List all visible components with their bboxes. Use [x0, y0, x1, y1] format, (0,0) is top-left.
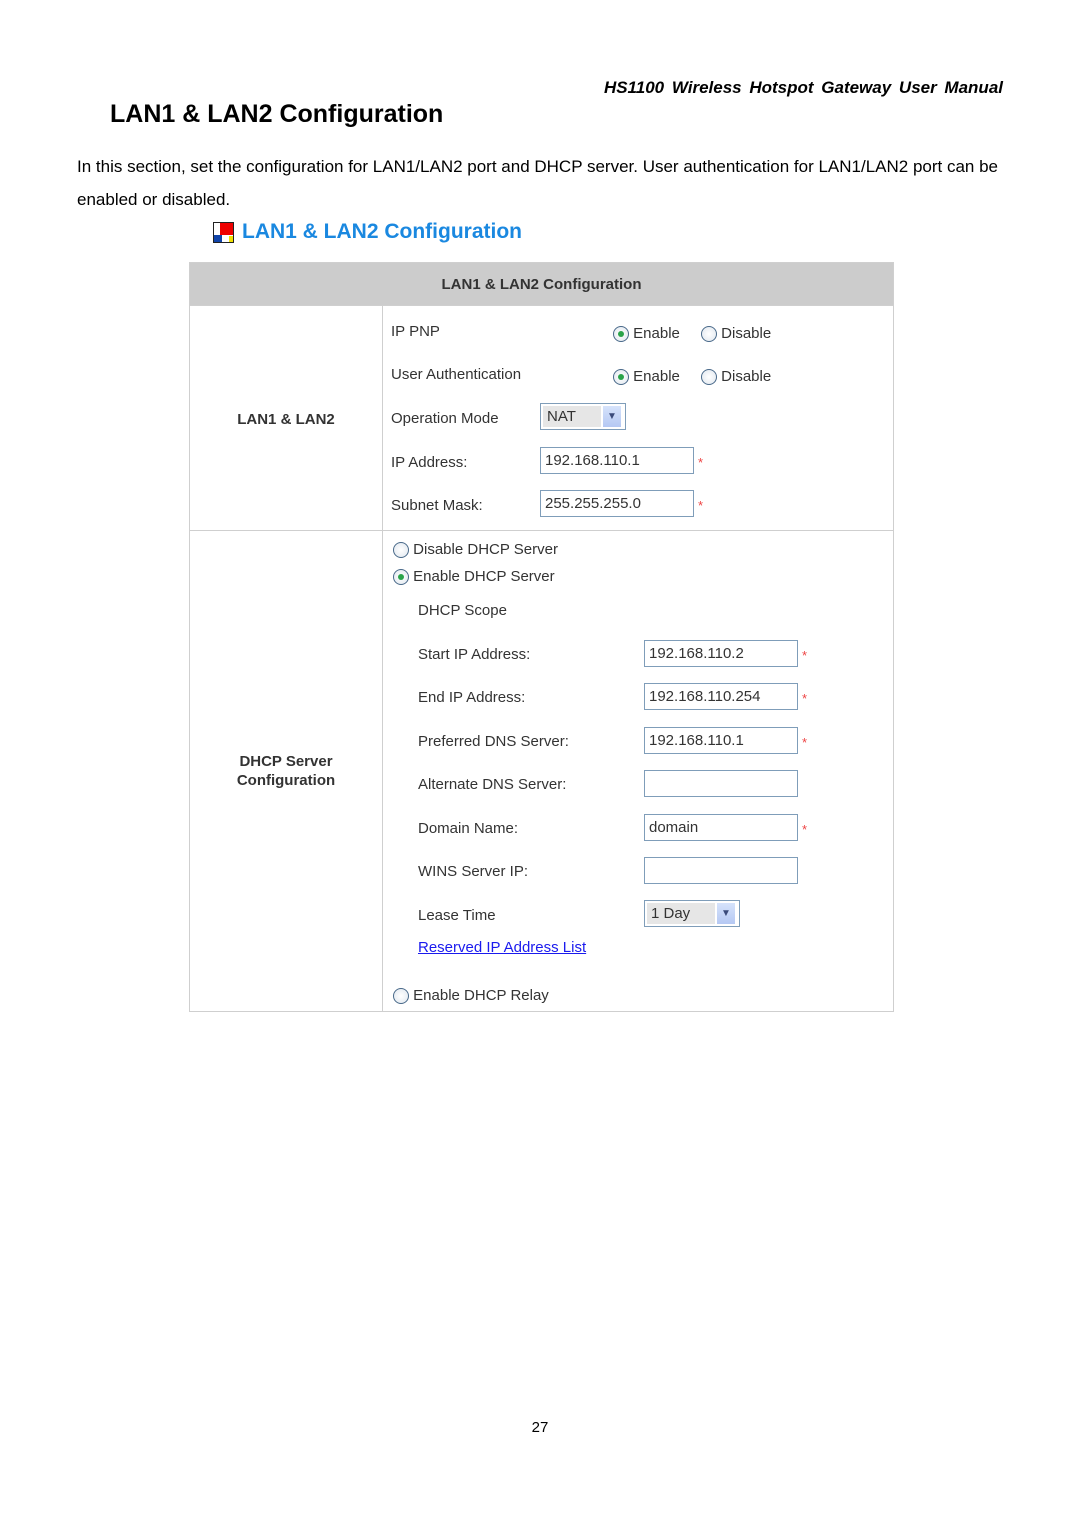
ip-pnp-disable-radio[interactable]: Disable [701, 325, 772, 343]
required-mark: * [802, 691, 808, 706]
end-ip-input[interactable] [644, 683, 798, 710]
preferred-dns-input[interactable] [644, 727, 798, 754]
user-auth-disable-radio[interactable]: Disable [701, 368, 772, 386]
dhcp-label: DHCP Server Configuration [190, 531, 383, 1011]
radio-unchecked-icon [393, 542, 409, 559]
figure-title-text: LAN1 & LAN2 Configuration [242, 220, 522, 243]
radio-unchecked-icon [393, 988, 409, 1005]
dhcp-scope-label: DHCP Scope [418, 602, 507, 619]
dhcp-row: DHCP Server Configuration Disable DHCP S… [190, 531, 893, 1011]
subnet-mask-label: Subnet Mask: [391, 497, 483, 514]
user-auth-enable-label: Enable [633, 368, 680, 385]
figure-title: LAN1 & LAN2 Configuration [213, 220, 522, 244]
ip-pnp-label: IP PNP [391, 323, 440, 340]
disable-dhcp-server-radio[interactable]: Disable DHCP Server [393, 541, 558, 559]
config-table: LAN1 & LAN2 Configuration LAN1 & LAN2 IP… [189, 262, 894, 1012]
lease-time-label: Lease Time [418, 907, 496, 924]
dhcp-settings: Disable DHCP Server Enable DHCP Server D… [383, 531, 893, 1011]
end-ip-label: End IP Address: [418, 689, 526, 706]
table-header: LAN1 & LAN2 Configuration [190, 263, 893, 306]
wins-ip-label: WINS Server IP: [418, 863, 529, 880]
operation-mode-select[interactable]: NAT ▼ [540, 403, 626, 430]
radio-checked-icon [393, 569, 409, 586]
chevron-down-icon[interactable]: ▼ [603, 406, 621, 427]
lan-settings: IP PNP Enable Disable User Authenticatio… [383, 306, 893, 530]
domain-name-input[interactable] [644, 814, 798, 841]
required-mark: * [802, 822, 808, 837]
wins-ip-input[interactable] [644, 857, 798, 884]
lan-label-text: LAN1 & LAN2 [237, 410, 335, 428]
alternate-dns-label: Alternate DNS Server: [418, 776, 567, 793]
user-auth-disable-label: Disable [721, 368, 772, 385]
required-mark: * [802, 735, 808, 750]
user-auth-enable-radio[interactable]: Enable [613, 368, 680, 386]
radio-checked-icon [613, 369, 629, 386]
ip-address-label: IP Address: [391, 454, 468, 471]
ip-address-input[interactable] [540, 447, 694, 474]
lan-label: LAN1 & LAN2 [190, 306, 383, 530]
radio-unchecked-icon [701, 369, 717, 386]
reserved-ip-list-link[interactable]: Reserved IP Address List [418, 939, 586, 956]
enable-dhcp-server-radio[interactable]: Enable DHCP Server [393, 568, 555, 586]
operation-mode-value: NAT [543, 406, 601, 427]
radio-unchecked-icon [701, 326, 717, 343]
ip-pnp-disable-label: Disable [721, 325, 772, 342]
subnet-mask-input[interactable] [540, 490, 694, 517]
operation-mode-label: Operation Mode [391, 410, 499, 427]
lease-time-value: 1 Day [647, 903, 715, 924]
config-logo-icon [213, 221, 234, 243]
intro-paragraph: In this section, set the configuration f… [77, 157, 999, 209]
user-auth-label: User Authentication [391, 366, 522, 383]
page-number: 27 [531, 1419, 549, 1436]
chevron-down-icon[interactable]: ▼ [717, 903, 735, 924]
domain-name-label: Domain Name: [418, 820, 519, 837]
dhcp-label-line2: Configuration [236, 772, 336, 789]
lease-time-select[interactable]: 1 Day ▼ [644, 900, 740, 927]
enable-dhcp-relay-label: Enable DHCP Relay [413, 987, 549, 1004]
enable-dhcp-relay-radio[interactable]: Enable DHCP Relay [393, 987, 549, 1005]
radio-checked-icon [613, 326, 629, 343]
dhcp-label-line1: DHCP Server [239, 753, 333, 770]
manual-header: HS1100 Wireless Hotspot Gateway User Man… [603, 78, 1003, 97]
disable-dhcp-server-label: Disable DHCP Server [413, 541, 558, 558]
preferred-dns-label: Preferred DNS Server: [418, 733, 569, 750]
enable-dhcp-server-label: Enable DHCP Server [413, 568, 555, 585]
section-title: LAN1 & LAN2 Configuration [110, 100, 444, 128]
start-ip-label: Start IP Address: [418, 646, 531, 663]
start-ip-input[interactable] [644, 640, 798, 667]
alternate-dns-input[interactable] [644, 770, 798, 797]
ip-pnp-enable-label: Enable [633, 325, 680, 342]
required-mark: * [698, 455, 704, 470]
required-mark: * [698, 498, 704, 513]
lan-row: LAN1 & LAN2 IP PNP Enable Disable User A… [190, 306, 893, 531]
required-mark: * [802, 648, 808, 663]
ip-pnp-enable-radio[interactable]: Enable [613, 325, 680, 343]
